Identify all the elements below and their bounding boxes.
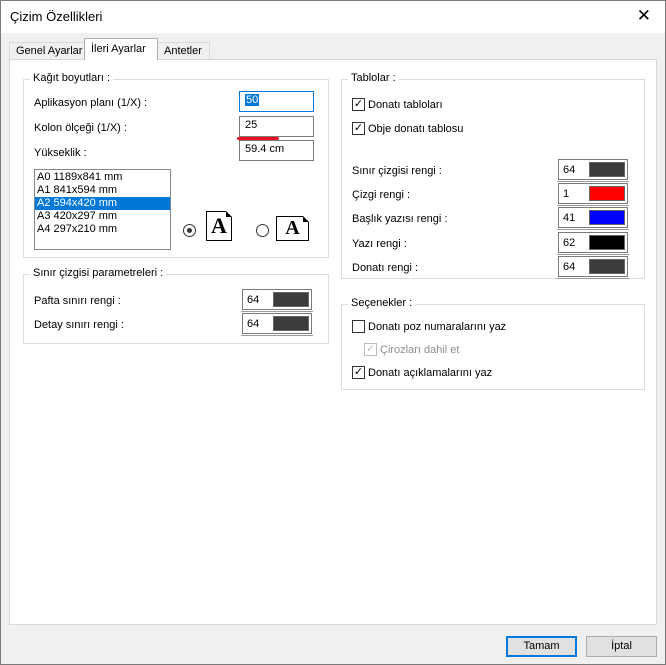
color-value: 64 — [247, 318, 260, 330]
color-swatch — [273, 292, 309, 307]
window-title: Çizim Özellikleri — [10, 9, 103, 24]
rebar-tables-label: Donatı tabloları — [368, 99, 443, 111]
ok-button[interactable]: Tamam — [506, 636, 577, 657]
tab-general-settings[interactable]: Genel Ayarlar — [9, 42, 85, 60]
list-item[interactable]: A1 841x594 mm — [35, 184, 170, 197]
paper-sizes-legend: Kağıt boyutları : — [30, 72, 114, 84]
table-border-color-picker[interactable]: 64 — [557, 159, 629, 182]
paper-sizes-group: Kağıt boyutları : Aplikasyon planı (1/X)… — [23, 72, 329, 258]
rebar-tables-checkbox[interactable]: ✓ — [352, 98, 365, 111]
landscape-page-glyph: A — [285, 217, 300, 239]
column-scale-input[interactable]: 25 — [239, 116, 314, 137]
sheet-border-color-picker[interactable]: 64 — [241, 289, 313, 312]
include-stirrups-label: Çirozları dahil et — [380, 344, 460, 356]
rebar-color-picker[interactable]: 64 — [557, 256, 629, 279]
list-item[interactable]: A4 297x210 mm — [35, 223, 170, 236]
table-border-color-label: Sınır çizgisi rengi : — [352, 165, 442, 177]
title-bar: Çizim Özellikleri ✕ — [1, 1, 665, 33]
portrait-page-icon: A — [206, 211, 232, 241]
app-scale-value: 50 — [245, 94, 260, 106]
detail-border-color-picker[interactable]: 64 — [241, 313, 313, 336]
dialog-window: Çizim Özellikleri ✕ Genel Ayarlar İleri … — [0, 0, 666, 665]
color-swatch — [589, 235, 625, 250]
text-color-label: Yazı rengi : — [352, 238, 407, 250]
border-params-legend: Sınır çizgisi parametreleri : — [30, 267, 167, 279]
rebar-color-label: Donatı rengi : — [352, 262, 419, 274]
tab-advanced-settings[interactable]: İleri Ayarlar — [84, 38, 158, 60]
text-color-picker[interactable]: 62 — [557, 232, 629, 255]
app-scale-label: Aplikasyon planı (1/X) : — [34, 97, 148, 109]
column-scale-label: Kolon ölçeği (1/X) : — [34, 122, 127, 134]
include-stirrups-checkbox: ✓ — [364, 343, 377, 356]
title-text-color-label: Başlık yazısı rengi : — [352, 213, 448, 225]
list-item[interactable]: A0 1189x841 mm — [35, 171, 170, 184]
color-swatch — [589, 186, 625, 201]
line-color-picker[interactable]: 1 — [557, 183, 629, 206]
write-rebar-numbers-checkbox[interactable] — [352, 320, 365, 333]
color-value: 64 — [563, 261, 576, 273]
color-swatch — [589, 259, 625, 274]
color-swatch — [273, 316, 309, 331]
line-color-label: Çizgi rengi : — [352, 189, 411, 201]
paper-size-list[interactable]: A0 1189x841 mm A1 841x594 mm A2 594x420 … — [34, 169, 171, 250]
color-swatch — [589, 210, 625, 225]
cancel-button[interactable]: İptal — [586, 636, 657, 657]
portrait-radio[interactable] — [183, 224, 196, 237]
detail-border-color-label: Detay sınırı rengi : — [34, 319, 124, 331]
write-rebar-numbers-label: Donatı poz numaralarını yaz — [368, 321, 507, 333]
tables-legend: Tablolar : — [348, 72, 399, 84]
color-value: 62 — [563, 237, 576, 249]
height-field: 59.4 cm — [239, 140, 314, 161]
radio-selected-dot — [187, 228, 192, 233]
options-legend: Seçenekler : — [348, 297, 416, 309]
color-value: 64 — [563, 164, 576, 176]
border-params-group: Sınır çizgisi parametreleri : Pafta sını… — [23, 267, 329, 344]
tab-bar: Genel Ayarlar İleri Ayarlar Antetler — [9, 38, 657, 60]
landscape-radio[interactable] — [256, 224, 269, 237]
color-value: 41 — [563, 212, 576, 224]
write-rebar-notes-label: Donatı açıklamalarını yaz — [368, 367, 493, 379]
write-rebar-notes-checkbox[interactable]: ✓ — [352, 366, 365, 379]
tab-headers[interactable]: Antetler — [157, 42, 210, 60]
list-item[interactable]: A2 594x420 mm — [35, 197, 170, 210]
color-value: 64 — [247, 294, 260, 306]
tables-group: Tablolar : ✓ Donatı tabloları ✓ Obje don… — [341, 72, 645, 279]
sheet-border-color-label: Pafta sınırı rengi : — [34, 295, 121, 307]
title-text-color-picker[interactable]: 41 — [557, 207, 629, 230]
color-value: 1 — [563, 188, 570, 200]
color-swatch — [589, 162, 625, 177]
object-table-checkbox[interactable]: ✓ — [352, 122, 365, 135]
app-scale-input[interactable]: 50 — [239, 91, 314, 112]
close-icon[interactable]: ✕ — [637, 7, 651, 25]
list-item[interactable]: A3 420x297 mm — [35, 210, 170, 223]
portrait-page-glyph: A — [211, 213, 227, 238]
landscape-page-icon: A — [276, 216, 309, 241]
options-group: Seçenekler : Donatı poz numaralarını yaz… — [341, 297, 645, 390]
height-label: Yükseklik : — [34, 147, 87, 159]
advanced-settings-panel: Kağıt boyutları : Aplikasyon planı (1/X)… — [9, 59, 657, 625]
object-table-label: Obje donatı tablosu — [368, 123, 464, 135]
